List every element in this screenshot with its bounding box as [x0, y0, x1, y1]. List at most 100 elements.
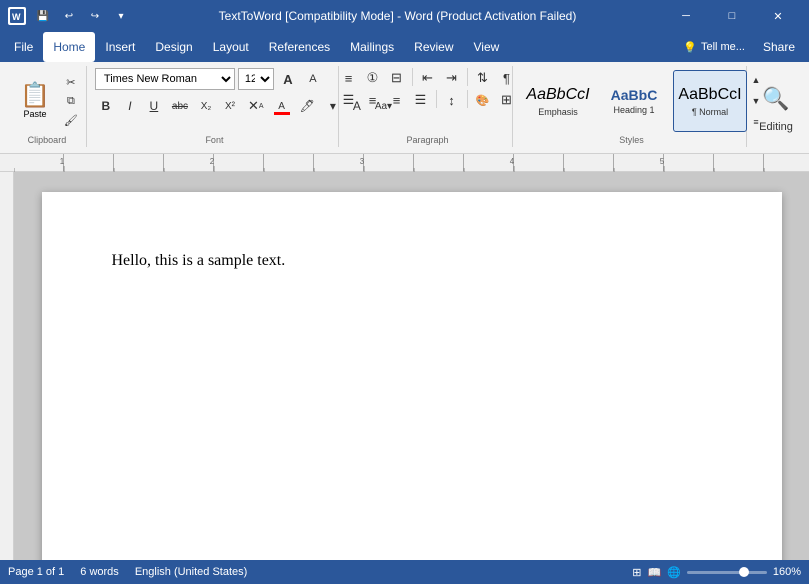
- styles-list: AaBbCcI Emphasis AaBbC Heading 1 AaBbCcI…: [521, 70, 747, 132]
- clipboard-top: 📋 Paste ✂ ⧉ 🖌: [12, 68, 82, 134]
- document-page[interactable]: Hello, this is a sample text.: [42, 192, 782, 560]
- font-name-row: Times New Roman 12 A A: [95, 68, 324, 90]
- align-center-button[interactable]: ≡: [362, 90, 384, 110]
- italic-button[interactable]: I: [119, 95, 141, 117]
- clipboard-label: Clipboard: [12, 135, 82, 145]
- style-heading1[interactable]: AaBbC Heading 1: [597, 70, 671, 132]
- maximize-btn[interactable]: □: [709, 0, 755, 32]
- editing-group: 🔍 Editing: [751, 66, 801, 147]
- menu-view[interactable]: View: [464, 32, 510, 62]
- close-btn[interactable]: ✕: [755, 0, 801, 32]
- increase-indent-button[interactable]: ⇥: [441, 68, 463, 88]
- styles-label: Styles: [521, 135, 742, 145]
- save-btn[interactable]: 💾: [32, 5, 54, 27]
- redo-btn[interactable]: ↪: [84, 5, 106, 27]
- underline-button[interactable]: U: [143, 95, 165, 117]
- font-shrink-button[interactable]: A: [302, 68, 324, 90]
- align-left-button[interactable]: ☰: [338, 90, 360, 110]
- style-normal-preview: AaBbCcI: [678, 85, 741, 104]
- tell-me-bar[interactable]: 💡 Tell me...: [675, 36, 753, 58]
- zoom-level: 160%: [773, 566, 801, 578]
- paste-button[interactable]: 📋 Paste: [12, 73, 58, 129]
- font-top: Times New Roman 12 A A B I U abc X₂ X² ✕…: [95, 68, 334, 134]
- cut-button[interactable]: ✂: [60, 73, 82, 91]
- customize-btn[interactable]: ▾: [110, 5, 132, 27]
- styles-top: AaBbCcI Emphasis AaBbC Heading 1 AaBbCcI…: [521, 68, 742, 134]
- justify-button[interactable]: ☰: [410, 90, 432, 110]
- editing-buttons: 🔍 Editing: [752, 81, 800, 133]
- lightbulb-icon: 💡: [683, 41, 697, 54]
- subscript-button[interactable]: X₂: [195, 95, 217, 117]
- font-size-select[interactable]: 12: [238, 68, 274, 90]
- show-formatting-button[interactable]: ¶: [496, 68, 518, 88]
- clipboard-buttons: 📋 Paste ✂ ⧉ 🖌: [12, 73, 82, 129]
- bullets-button[interactable]: ≡: [338, 68, 360, 88]
- font-grow-button[interactable]: A: [277, 68, 299, 90]
- paste-label: Paste: [23, 109, 46, 119]
- main-area: Hello, this is a sample text.: [0, 172, 809, 560]
- copy-button[interactable]: ⧉: [60, 92, 82, 110]
- vertical-ruler: [0, 172, 14, 560]
- find-button[interactable]: 🔍: [758, 81, 794, 117]
- svg-text:1: 1: [60, 157, 65, 166]
- horizontal-ruler: 1 2 3 4 5: [0, 154, 809, 172]
- svg-text:W: W: [12, 12, 21, 22]
- menu-design[interactable]: Design: [145, 32, 202, 62]
- document-content[interactable]: Hello, this is a sample text.: [112, 252, 712, 270]
- view-web-icon[interactable]: 🌐: [667, 566, 681, 579]
- quick-access-toolbar: 💾 ↩ ↪ ▾: [32, 5, 132, 27]
- clear-format-button[interactable]: ✕A: [243, 95, 269, 117]
- decrease-indent-button[interactable]: ⇤: [417, 68, 439, 88]
- clipboard-group: 📋 Paste ✂ ⧉ 🖌 Clipboard: [8, 66, 87, 147]
- format-painter-button[interactable]: 🖌: [60, 111, 82, 129]
- font-name-select[interactable]: Times New Roman: [95, 68, 235, 90]
- language-info: English (United States): [135, 566, 248, 578]
- menu-review[interactable]: Review: [404, 32, 463, 62]
- style-emphasis-label: Emphasis: [538, 107, 578, 117]
- borders-button[interactable]: ⊞: [496, 90, 518, 110]
- style-emphasis[interactable]: AaBbCcI Emphasis: [521, 70, 595, 132]
- status-right: ⊞ 📖 🌐 160%: [632, 566, 801, 579]
- menu-file[interactable]: File: [4, 32, 43, 62]
- zoom-slider[interactable]: [687, 571, 767, 574]
- bold-button[interactable]: B: [95, 95, 117, 117]
- menu-references[interactable]: References: [259, 32, 340, 62]
- sort-button[interactable]: ⇅: [472, 68, 494, 88]
- undo-btn[interactable]: ↩: [58, 5, 80, 27]
- text-color-button[interactable]: A: [271, 95, 293, 117]
- paragraph-top: ≡ ① ⊟ ⇤ ⇥ ⇅ ¶ ☰ ≡ ≡ ☰ ↕ 🎨 ⊞: [347, 68, 508, 134]
- style-normal[interactable]: AaBbCcI ¶ Normal: [673, 70, 747, 132]
- style-normal-label: ¶ Normal: [692, 107, 728, 117]
- strikethrough-button[interactable]: abc: [167, 95, 193, 117]
- highlight-button[interactable]: 🖊: [295, 95, 320, 117]
- numbering-button[interactable]: ①: [362, 68, 384, 88]
- word-count: 6 words: [80, 566, 119, 578]
- title-bar: W 💾 ↩ ↪ ▾ TextToWord [Compatibility Mode…: [0, 0, 809, 32]
- svg-text:2: 2: [210, 157, 215, 166]
- menu-mailings[interactable]: Mailings: [340, 32, 404, 62]
- menu-insert[interactable]: Insert: [95, 32, 145, 62]
- minimize-btn[interactable]: ─: [663, 0, 709, 32]
- style-heading1-preview: AaBbC: [611, 87, 658, 104]
- page-info: Page 1 of 1: [8, 566, 64, 578]
- line-spacing-button[interactable]: ↕: [441, 90, 463, 110]
- editing-label: Editing: [759, 121, 793, 133]
- svg-text:4: 4: [510, 157, 515, 166]
- view-normal-icon[interactable]: ⊞: [632, 566, 641, 579]
- view-read-icon[interactable]: 📖: [647, 566, 661, 579]
- share-btn[interactable]: Share: [753, 32, 805, 62]
- multilevel-button[interactable]: ⊟: [386, 68, 408, 88]
- zoom-thumb[interactable]: [739, 567, 749, 577]
- superscript-button[interactable]: X²: [219, 95, 241, 117]
- title-bar-left: W 💾 ↩ ↪ ▾: [8, 5, 132, 27]
- shading-button[interactable]: 🎨: [472, 90, 494, 110]
- menu-bar: File Home Insert Design Layout Reference…: [0, 32, 809, 62]
- align-right-button[interactable]: ≡: [386, 90, 408, 110]
- menu-home[interactable]: Home: [43, 32, 95, 62]
- word-icon: W: [8, 7, 26, 25]
- menu-layout[interactable]: Layout: [203, 32, 259, 62]
- document-area[interactable]: Hello, this is a sample text.: [14, 172, 809, 560]
- editing-top: 🔍 Editing: [755, 68, 797, 145]
- paragraph-label: Paragraph: [347, 135, 508, 145]
- paste-icon: 📋: [20, 84, 50, 108]
